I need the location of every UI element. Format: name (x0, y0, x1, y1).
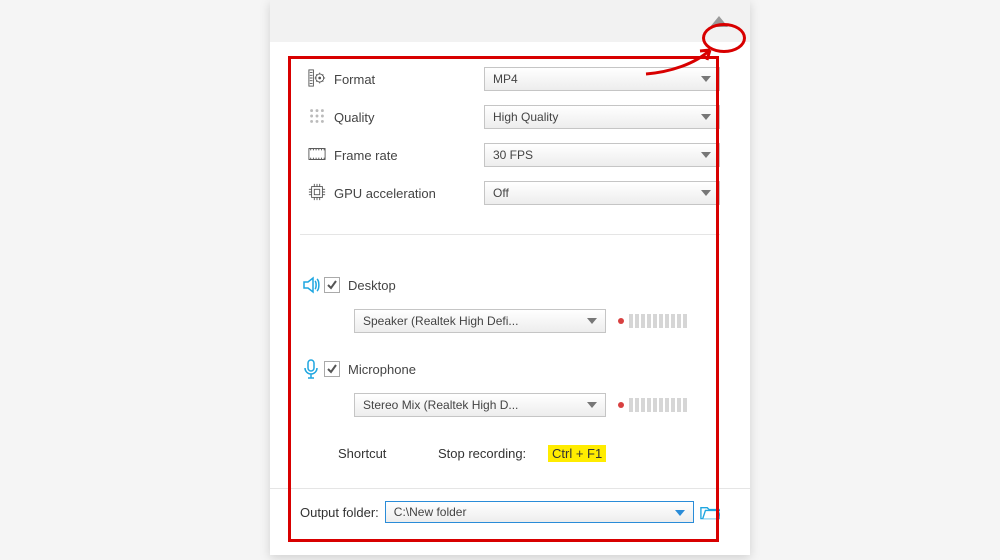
microphone-device-select[interactable]: Stereo Mix (Realtek High D... (354, 393, 606, 417)
shortcut-label: Shortcut (338, 446, 438, 461)
open-folder-button[interactable] (700, 505, 720, 519)
output-folder-label: Output folder: (300, 505, 379, 520)
panel-header (270, 0, 750, 42)
desktop-audio-device-select[interactable]: Speaker (Realtek High Defi... (354, 309, 606, 333)
audio-section: Desktop Speaker (Realtek High Defi... Mi… (270, 251, 750, 488)
section-divider (300, 234, 720, 235)
stop-recording-label: Stop recording: (438, 446, 548, 461)
quality-select[interactable]: High Quality (484, 105, 720, 129)
speaker-icon (298, 275, 324, 295)
quality-value: High Quality (493, 110, 558, 124)
quality-icon (308, 107, 334, 128)
quality-label: Quality (334, 110, 484, 125)
desktop-audio-device-value: Speaker (Realtek High Defi... (363, 314, 518, 328)
format-label: Format (334, 72, 484, 87)
microphone-label: Microphone (348, 362, 416, 377)
output-folder-row: Output folder: C:\New folder (270, 488, 750, 535)
desktop-audio-checkbox[interactable] (324, 277, 340, 293)
video-settings-section: Format MP4 Quality High Quality Frame ra… (270, 42, 750, 218)
desktop-audio-label: Desktop (348, 278, 396, 293)
framerate-value: 30 FPS (493, 148, 533, 162)
output-folder-path: C:\New folder (394, 505, 467, 519)
framerate-label: Frame rate (334, 148, 484, 163)
collapse-button[interactable] (710, 16, 728, 27)
microphone-vu-meter (618, 398, 687, 412)
vu-dot-icon (618, 318, 624, 324)
gpu-select[interactable]: Off (484, 181, 720, 205)
framerate-icon (308, 145, 334, 166)
stop-recording-hotkey: Ctrl + F1 (548, 445, 606, 462)
microphone-device-value: Stereo Mix (Realtek High D... (363, 398, 518, 412)
format-select[interactable]: MP4 (484, 67, 720, 91)
microphone-checkbox[interactable] (324, 361, 340, 377)
desktop-audio-vu-meter (618, 314, 687, 328)
format-value: MP4 (493, 72, 518, 86)
framerate-select[interactable]: 30 FPS (484, 143, 720, 167)
format-icon (308, 69, 334, 90)
gpu-icon (308, 183, 334, 204)
output-folder-select[interactable]: C:\New folder (385, 501, 694, 523)
shortcut-row: Shortcut Stop recording: Ctrl + F1 (298, 421, 720, 482)
microphone-icon (298, 359, 324, 379)
vu-dot-icon (618, 402, 624, 408)
gpu-value: Off (493, 186, 509, 200)
gpu-label: GPU acceleration (334, 186, 484, 201)
settings-panel: Format MP4 Quality High Quality Frame ra… (270, 0, 750, 555)
